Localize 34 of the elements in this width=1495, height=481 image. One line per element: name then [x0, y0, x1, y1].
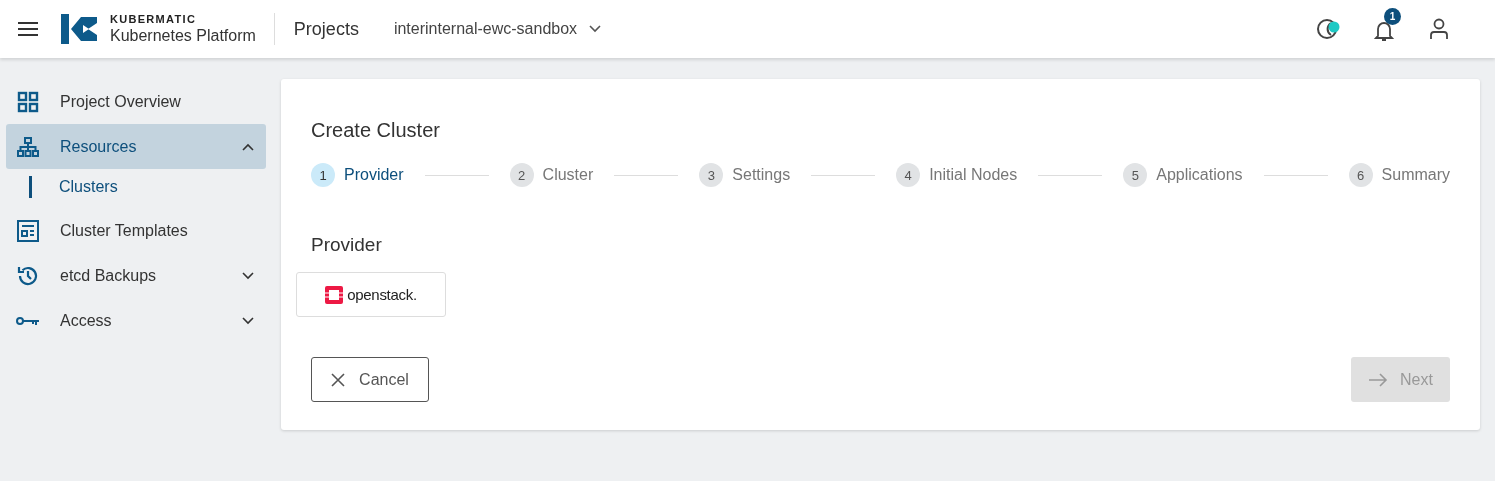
template-icon — [16, 219, 40, 242]
openstack-logo-icon — [325, 285, 344, 304]
history-icon — [16, 264, 40, 287]
stepper-step[interactable]: 5 Applications — [1123, 163, 1243, 187]
section-title: Projects — [293, 18, 359, 40]
user-icon[interactable] — [1429, 18, 1449, 40]
arrow-right-icon — [1368, 372, 1389, 387]
grid-icon — [16, 90, 40, 113]
logo-icon — [61, 14, 97, 44]
provider-option[interactable]: openstack. — [296, 272, 446, 317]
sidebar-item[interactable]: Resources — [6, 124, 266, 169]
stepper-step[interactable]: 1 Provider — [311, 163, 404, 187]
hierarchy-icon — [16, 136, 40, 157]
stepper-step[interactable]: 6 Summary — [1348, 163, 1450, 187]
chevron-icon — [589, 25, 602, 33]
stepper-step[interactable]: 4 Initial Nodes — [896, 163, 1018, 187]
sidebar-item[interactable]: Access — [6, 298, 266, 343]
stepper-step[interactable]: 3 Settings — [699, 163, 791, 187]
project-selector[interactable]: interinternal-ewc-sandbox — [393, 20, 602, 38]
sidebar-subitem[interactable]: Clusters — [29, 176, 266, 198]
close-icon — [331, 372, 346, 387]
sidebar-item[interactable]: etcd Backups — [6, 253, 266, 298]
sidebar-item[interactable]: Cluster Templates — [6, 208, 266, 253]
key-icon — [16, 314, 40, 327]
stepper-step[interactable]: 2 Cluster — [509, 163, 594, 187]
cancel-button[interactable]: Cancel — [311, 357, 429, 402]
notification-badge: 1 — [1384, 8, 1401, 25]
theme-icon[interactable] — [1315, 16, 1341, 42]
sidebar-item[interactable]: Project Overview — [6, 79, 266, 124]
section-heading: Provider — [311, 234, 383, 256]
logo-wordmark: KUBERMATIC — [110, 13, 198, 25]
card-title: Create Cluster — [311, 119, 441, 142]
platform-name: Kubernetes Platform — [110, 27, 256, 45]
menu-icon[interactable] — [18, 22, 38, 36]
